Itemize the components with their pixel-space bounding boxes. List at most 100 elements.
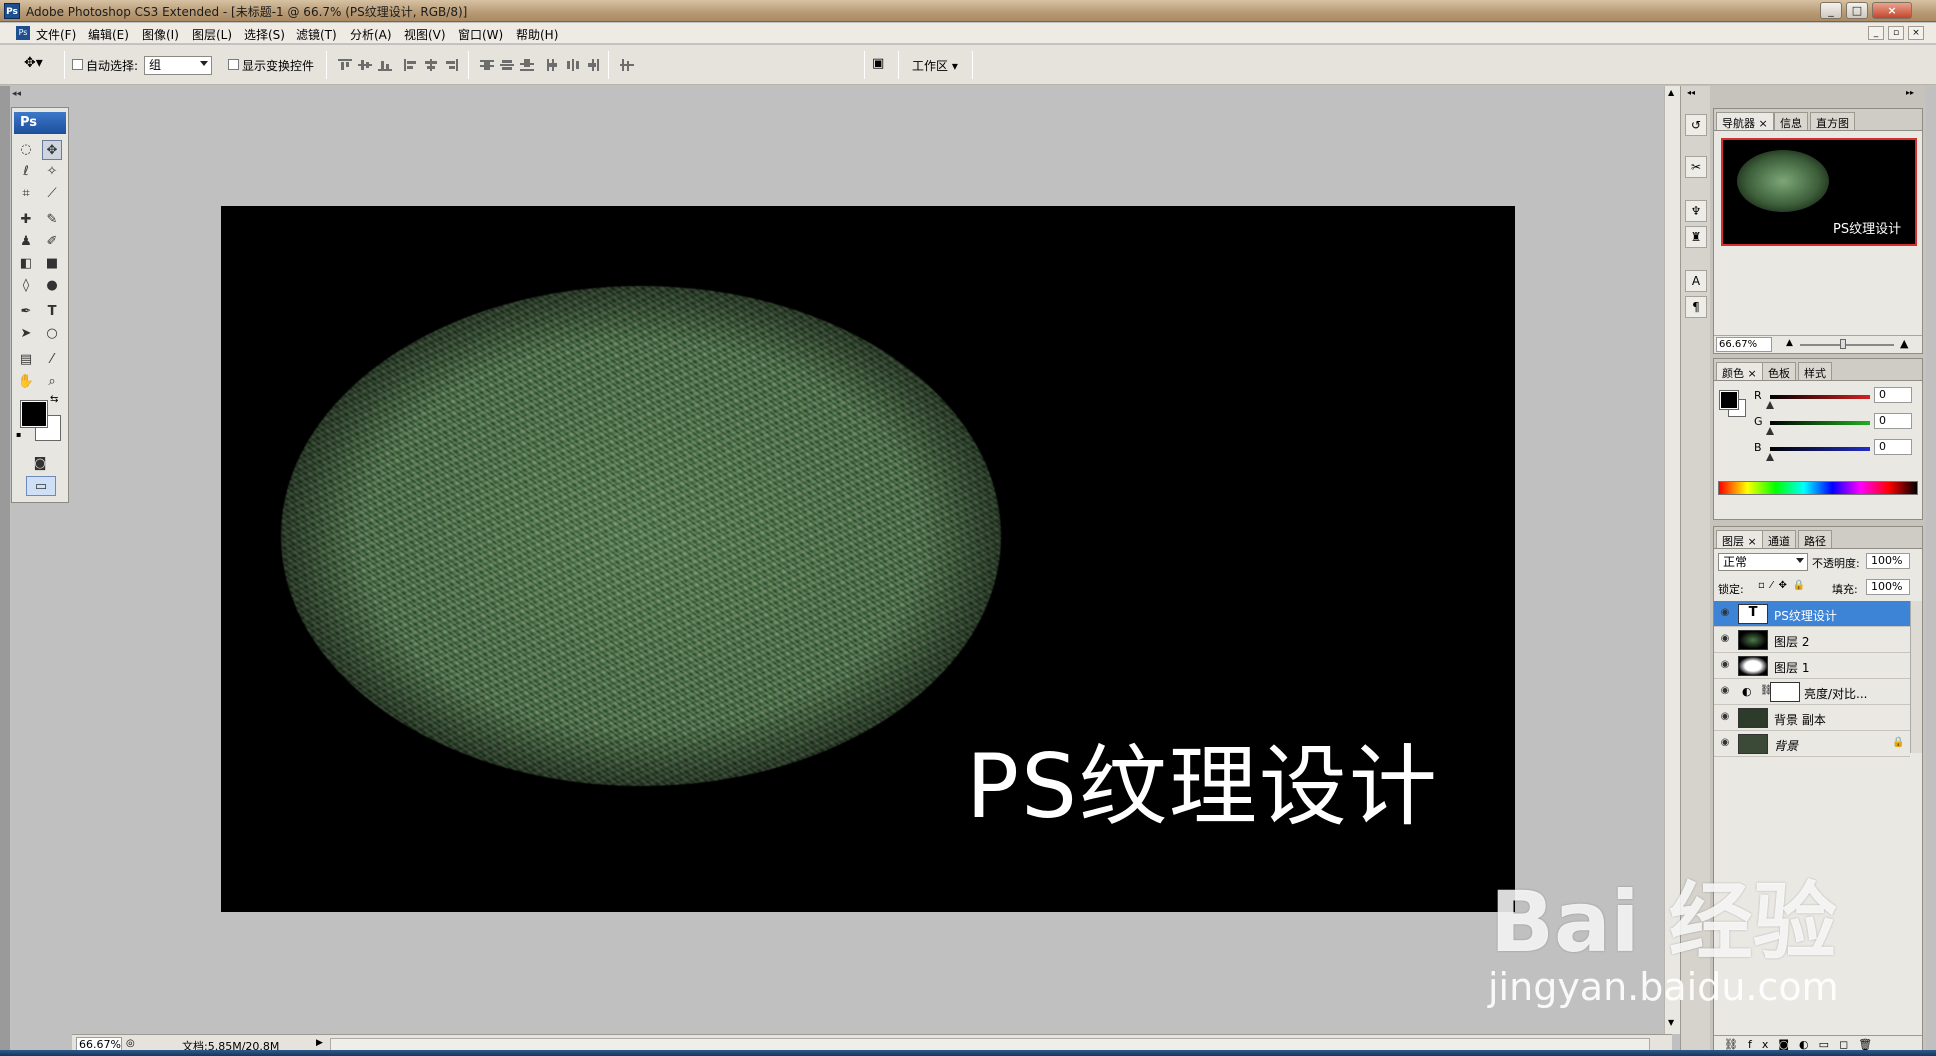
channel-r-value[interactable]: 0 bbox=[1874, 387, 1912, 403]
eraser-tool-icon[interactable]: ◧ bbox=[16, 254, 36, 274]
zoom-out-icon[interactable]: ▲ bbox=[1786, 338, 1793, 348]
collapse-panels-icon[interactable]: ▸▸ bbox=[1906, 88, 1914, 97]
pen-tool-icon[interactable]: ✒ bbox=[16, 302, 36, 322]
layer-row-text[interactable]: ◉ T PS纹理设计 bbox=[1714, 601, 1910, 627]
scroll-down-icon[interactable]: ▼ bbox=[1668, 1018, 1674, 1027]
maximize-button[interactable]: □ bbox=[1846, 2, 1868, 19]
move-tool-icon[interactable]: ✥ bbox=[42, 140, 62, 160]
blur-tool-icon[interactable]: ◊ bbox=[16, 276, 36, 296]
eye-icon[interactable]: ◉ bbox=[1718, 737, 1732, 749]
document-canvas[interactable]: PS纹理设计 bbox=[221, 206, 1515, 912]
menu-view[interactable]: 视图(V) bbox=[404, 26, 446, 43]
tab-info[interactable]: 信息 bbox=[1774, 112, 1808, 130]
doc-close-button[interactable]: × bbox=[1908, 26, 1924, 40]
eye-icon[interactable]: ◉ bbox=[1718, 633, 1732, 645]
layer-row-brightness[interactable]: ◉ ◐ ⛓ 亮度/对比... bbox=[1714, 679, 1910, 705]
eye-icon[interactable]: ◉ bbox=[1718, 685, 1732, 697]
fill-field[interactable]: 100% bbox=[1866, 579, 1910, 595]
auto-select-dropdown[interactable]: 组 bbox=[144, 56, 212, 75]
align-bottom-icon[interactable] bbox=[378, 59, 392, 71]
document-icon[interactable]: Ps bbox=[16, 26, 30, 40]
channel-b-slider[interactable] bbox=[1766, 447, 1870, 461]
eyedropper-tool-icon[interactable]: ⁄ bbox=[42, 350, 62, 370]
navigator-zoom-field[interactable]: 66.67% bbox=[1716, 337, 1772, 352]
lasso-tool-icon[interactable]: ℓ bbox=[16, 162, 36, 182]
distribute-left-icon[interactable] bbox=[546, 59, 560, 71]
dodge-tool-icon[interactable]: ● bbox=[42, 276, 62, 296]
eye-icon[interactable]: ◉ bbox=[1718, 711, 1732, 723]
tab-histogram[interactable]: 直方图 bbox=[1810, 112, 1855, 130]
distribute-right-icon[interactable] bbox=[586, 59, 600, 71]
menu-select[interactable]: 选择(S) bbox=[244, 26, 285, 43]
align-horizontal-center-icon[interactable] bbox=[424, 59, 438, 71]
blend-mode-dropdown[interactable]: 正常 bbox=[1718, 553, 1808, 571]
opacity-field[interactable]: 100% bbox=[1866, 553, 1910, 569]
auto-align-layers-icon[interactable] bbox=[620, 59, 634, 71]
tab-swatches[interactable]: 色板 bbox=[1762, 362, 1796, 380]
eye-icon[interactable]: ◉ bbox=[1718, 607, 1732, 619]
layer-row-bg-copy[interactable]: ◉ 背景 副本 bbox=[1714, 705, 1910, 731]
menu-filter[interactable]: 滤镜(T) bbox=[296, 26, 337, 43]
brush-tool-icon[interactable]: ✎ bbox=[42, 210, 62, 230]
character-panel-icon[interactable]: A bbox=[1685, 270, 1707, 292]
history-brush-tool-icon[interactable]: ✐ bbox=[42, 232, 62, 252]
auto-select-checkbox[interactable] bbox=[72, 59, 83, 70]
slice-tool-icon[interactable]: ⟋ bbox=[42, 184, 62, 204]
channel-g-value[interactable]: 0 bbox=[1874, 413, 1912, 429]
menu-analysis[interactable]: 分析(A) bbox=[350, 26, 392, 43]
crop-tool-icon[interactable]: ⌗ bbox=[16, 184, 36, 204]
channel-r-slider[interactable] bbox=[1766, 395, 1870, 409]
layer-row-background[interactable]: ◉ 背景 🔒 bbox=[1714, 731, 1910, 757]
notes-tool-icon[interactable]: ▤ bbox=[16, 350, 36, 370]
path-selection-tool-icon[interactable]: ➤ bbox=[16, 324, 36, 344]
minimize-button[interactable]: _ bbox=[1820, 2, 1842, 19]
status-info-icon[interactable]: ◎ bbox=[126, 1038, 135, 1049]
color-fg-swatch[interactable] bbox=[1719, 390, 1739, 410]
menu-image[interactable]: 图像(I) bbox=[142, 26, 179, 43]
doc-minimize-button[interactable]: _ bbox=[1868, 26, 1884, 40]
gradient-tool-icon[interactable]: ■ bbox=[42, 254, 62, 274]
menu-file[interactable]: 文件(F) bbox=[36, 26, 76, 43]
align-left-icon[interactable] bbox=[404, 59, 418, 71]
type-tool-icon[interactable]: T bbox=[42, 302, 62, 322]
menu-edit[interactable]: 编辑(E) bbox=[88, 26, 129, 43]
tab-paths[interactable]: 路径 bbox=[1798, 530, 1832, 548]
paragraph-panel-icon[interactable]: ¶ bbox=[1685, 296, 1707, 318]
slider-handle-icon[interactable] bbox=[1766, 453, 1774, 461]
menu-help[interactable]: 帮助(H) bbox=[516, 26, 558, 43]
quick-mask-icon[interactable]: ◙ bbox=[30, 454, 50, 474]
slider-handle-icon[interactable] bbox=[1766, 401, 1774, 409]
collapse-toolbox-icon[interactable]: ◂◂ bbox=[12, 89, 21, 99]
layer-row-layer1[interactable]: ◉ 图层 1 bbox=[1714, 653, 1910, 679]
menu-layer[interactable]: 图层(L) bbox=[192, 26, 232, 43]
tab-layers[interactable]: 图层 × bbox=[1716, 530, 1763, 548]
shape-tool-icon[interactable]: ○ bbox=[42, 324, 62, 344]
swap-colors-icon[interactable]: ⇆ bbox=[50, 394, 58, 405]
zoom-tool-icon[interactable]: ⌕ bbox=[42, 372, 62, 392]
distribute-top-icon[interactable] bbox=[480, 59, 494, 71]
tool-presets-icon[interactable]: ✂ bbox=[1685, 156, 1707, 178]
zoom-in-icon[interactable]: ▲ bbox=[1900, 337, 1908, 350]
layer-row-layer2[interactable]: ◉ 图层 2 bbox=[1714, 627, 1910, 653]
eye-icon[interactable]: ◉ bbox=[1718, 659, 1732, 671]
screen-mode-icon[interactable]: ▭ bbox=[26, 476, 56, 496]
align-top-icon[interactable] bbox=[338, 59, 352, 71]
channel-b-value[interactable]: 0 bbox=[1874, 439, 1912, 455]
color-spectrum-bar[interactable] bbox=[1718, 481, 1918, 495]
history-panel-icon[interactable]: ↺ bbox=[1685, 114, 1707, 136]
navigator-thumbnail[interactable]: PS纹理设计 bbox=[1721, 138, 1917, 246]
scroll-up-icon[interactable]: ▲ bbox=[1668, 88, 1674, 97]
tab-channels[interactable]: 通道 bbox=[1762, 530, 1796, 548]
hand-tool-icon[interactable]: ✋ bbox=[16, 372, 36, 392]
magic-wand-tool-icon[interactable]: ✧ bbox=[42, 162, 62, 182]
distribute-horizontal-center-icon[interactable] bbox=[566, 59, 580, 71]
zoom-slider-thumb[interactable] bbox=[1840, 339, 1846, 349]
marquee-tool-icon[interactable]: ◌ bbox=[16, 140, 36, 160]
doc-restore-button[interactable]: ▫ bbox=[1888, 26, 1904, 40]
bridge-icon[interactable]: ▣ bbox=[872, 56, 894, 74]
clone-stamp-tool-icon[interactable]: ♟ bbox=[16, 232, 36, 252]
tab-styles[interactable]: 样式 bbox=[1798, 362, 1832, 380]
close-button[interactable]: × bbox=[1872, 2, 1912, 19]
default-colors-icon[interactable]: ▪ bbox=[16, 430, 21, 439]
align-vertical-center-icon[interactable] bbox=[358, 59, 372, 71]
